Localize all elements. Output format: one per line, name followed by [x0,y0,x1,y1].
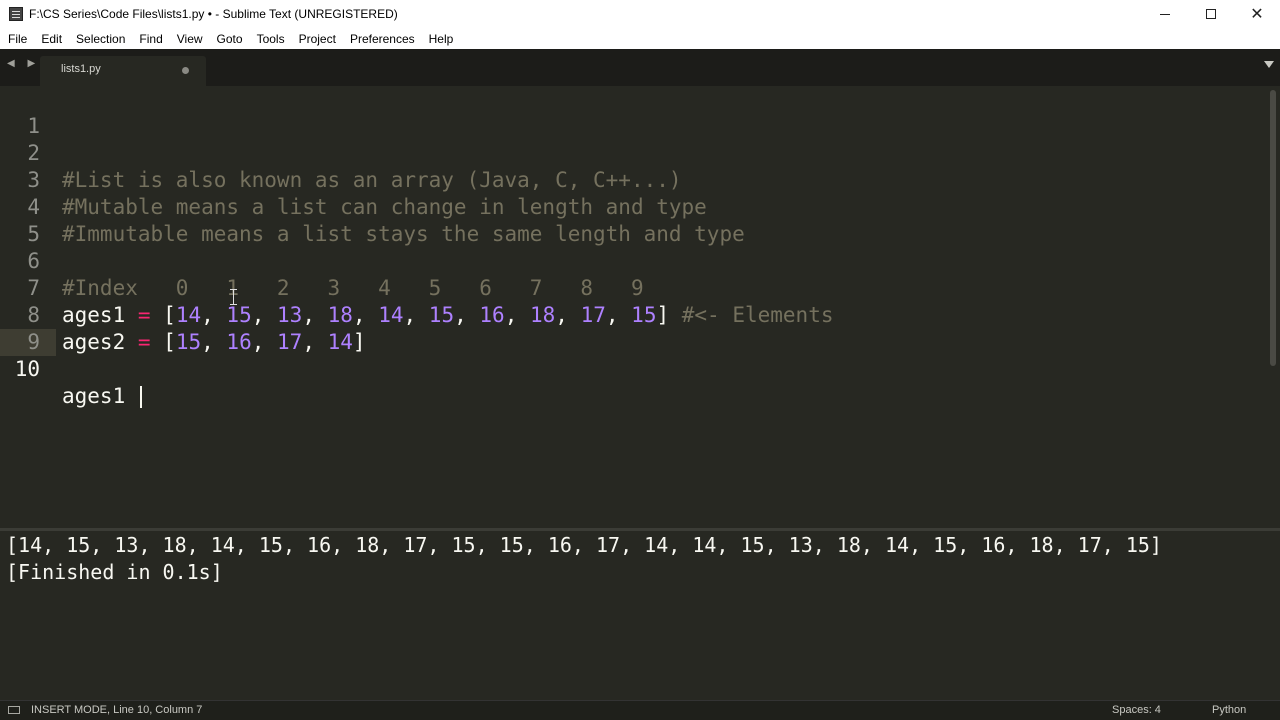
minimize-button[interactable] [1142,0,1188,28]
menu-tools[interactable]: Tools [250,32,292,46]
menu-find[interactable]: Find [132,32,169,46]
line-number: 10 [14,357,40,381]
menu-file[interactable]: File [0,32,34,46]
menu-preferences[interactable]: Preferences [343,32,422,46]
menu-help[interactable]: Help [422,32,461,46]
menu-edit[interactable]: Edit [34,32,69,46]
code-line: 1 [0,86,1266,138]
code-line: 8 ages2 = [15, 16, 17, 14] [0,275,1266,354]
code-line-active: 10 ages1 [0,329,1266,408]
ibeam-cursor-icon [230,289,237,305]
text-cursor [139,386,142,408]
editor-scrollbar[interactable] [1270,90,1276,366]
menu-project[interactable]: Project [292,32,343,46]
window-title: F:\CS Series\Code Files\lists1.py • - Su… [29,7,398,21]
code-line: 6 #Index 0 1 2 3 4 5 6 7 8 9 [0,221,1266,300]
code-line: 3 #Mutable means a list can change in le… [0,140,1266,219]
output-line: [Finished in 0.1s] [6,560,223,584]
tab-lists1-py[interactable]: lists1.py [40,56,206,86]
status-syntax[interactable]: Python [1212,704,1246,716]
sublime-text-app-icon [9,7,23,21]
code-line: 9 [0,302,1266,354]
menu-view[interactable]: View [170,32,210,46]
code-line: 5 [0,194,1266,246]
maximize-button[interactable] [1188,0,1234,28]
code-text: ages1 [62,383,142,410]
unsaved-dot-icon[interactable] [182,67,189,74]
code-text-content: ages1 [62,384,138,408]
close-button[interactable]: ✕ [1234,0,1280,28]
code-line: 2 #List is also known as an array (Java,… [0,113,1266,192]
window-controls: ✕ [1142,0,1280,28]
tab-bar: ◀ ▶ lists1.py [0,49,1280,86]
status-bar: INSERT MODE, Line 10, Column 7 Spaces: 4… [0,700,1280,720]
title-bar: F:\CS Series\Code Files\lists1.py • - Su… [0,0,1280,28]
tab-dropdown-icon[interactable] [1264,61,1274,68]
menu-goto[interactable]: Goto [210,32,250,46]
menu-bar: File Edit Selection Find View Goto Tools… [0,28,1280,49]
output-line: [14, 15, 13, 18, 14, 15, 16, 18, 17, 15,… [6,533,1162,557]
tab-label: lists1.py [61,63,101,75]
panel-toggle-icon[interactable] [8,706,20,714]
code-line: 4 #Immutable means a list stays the same… [0,167,1266,246]
tab-nav-arrows-icon[interactable]: ◀ ▶ [7,58,40,69]
menu-selection[interactable]: Selection [69,32,132,46]
build-output-panel: [14, 15, 13, 18, 14, 15, 16, 18, 17, 15,… [0,531,1280,694]
status-indentation[interactable]: Spaces: 4 [1112,704,1161,716]
status-mode-position: INSERT MODE, Line 10, Column 7 [31,704,203,716]
code-line: 7 ages1 = [14, 15, 13, 18, 14, 15, 16, 1… [0,248,1266,327]
code-editor[interactable]: 1 2 #List is also known as an array (Jav… [0,86,1280,528]
